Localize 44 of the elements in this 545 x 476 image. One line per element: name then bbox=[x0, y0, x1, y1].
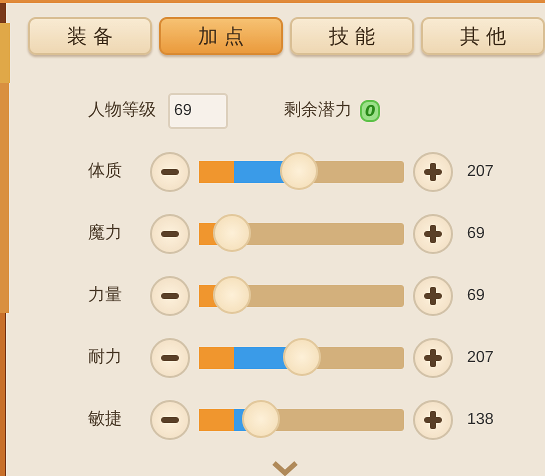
attribute-value: 207 bbox=[467, 162, 494, 182]
minus-button[interactable] bbox=[150, 400, 190, 440]
tab[interactable]: 其 他 bbox=[421, 17, 545, 55]
slider-thumb[interactable] bbox=[282, 338, 320, 376]
attribute-label: 魔力 bbox=[88, 222, 123, 246]
tab[interactable]: 技 能 bbox=[290, 17, 414, 55]
plus-icon bbox=[422, 161, 444, 183]
plus-icon bbox=[422, 285, 444, 307]
minus-icon bbox=[161, 417, 179, 423]
tab[interactable]: 装 备 bbox=[28, 17, 152, 55]
attribute-label: 体质 bbox=[88, 160, 123, 184]
minus-button[interactable] bbox=[150, 276, 190, 316]
minus-icon bbox=[161, 169, 179, 175]
slider-thumb[interactable] bbox=[242, 400, 280, 438]
attribute-label: 力量 bbox=[88, 284, 123, 308]
plus-icon bbox=[422, 223, 444, 245]
minus-icon bbox=[161, 231, 179, 237]
plus-button[interactable] bbox=[413, 214, 453, 254]
minus-button[interactable] bbox=[150, 152, 190, 192]
minus-button[interactable] bbox=[150, 338, 190, 378]
chevron-down-icon[interactable] bbox=[272, 461, 298, 476]
slider-thumb[interactable] bbox=[280, 152, 318, 190]
level-field[interactable]: 69 bbox=[168, 93, 228, 129]
attribute-label: 耐力 bbox=[88, 346, 123, 370]
level-label: 人物等级 bbox=[88, 99, 156, 122]
attribute-value: 207 bbox=[467, 348, 494, 368]
potential-value: 0 bbox=[360, 100, 380, 122]
attribute-value: 69 bbox=[467, 224, 485, 244]
plus-icon bbox=[422, 347, 444, 369]
attribute-label: 敏捷 bbox=[88, 408, 123, 432]
potential-label: 剩余潜力 bbox=[284, 99, 352, 122]
plus-button[interactable] bbox=[413, 276, 453, 316]
tab[interactable]: 加 点 bbox=[159, 17, 283, 55]
plus-button[interactable] bbox=[413, 338, 453, 378]
attribute-value: 69 bbox=[467, 286, 485, 306]
plus-button[interactable] bbox=[413, 152, 453, 192]
minus-icon bbox=[161, 293, 179, 299]
plus-icon bbox=[422, 409, 444, 431]
slider-thumb[interactable] bbox=[212, 214, 251, 252]
minus-icon bbox=[161, 355, 179, 361]
attribute-value: 138 bbox=[467, 410, 494, 430]
plus-button[interactable] bbox=[413, 400, 453, 440]
minus-button[interactable] bbox=[150, 214, 190, 254]
slider-thumb[interactable] bbox=[212, 276, 251, 314]
